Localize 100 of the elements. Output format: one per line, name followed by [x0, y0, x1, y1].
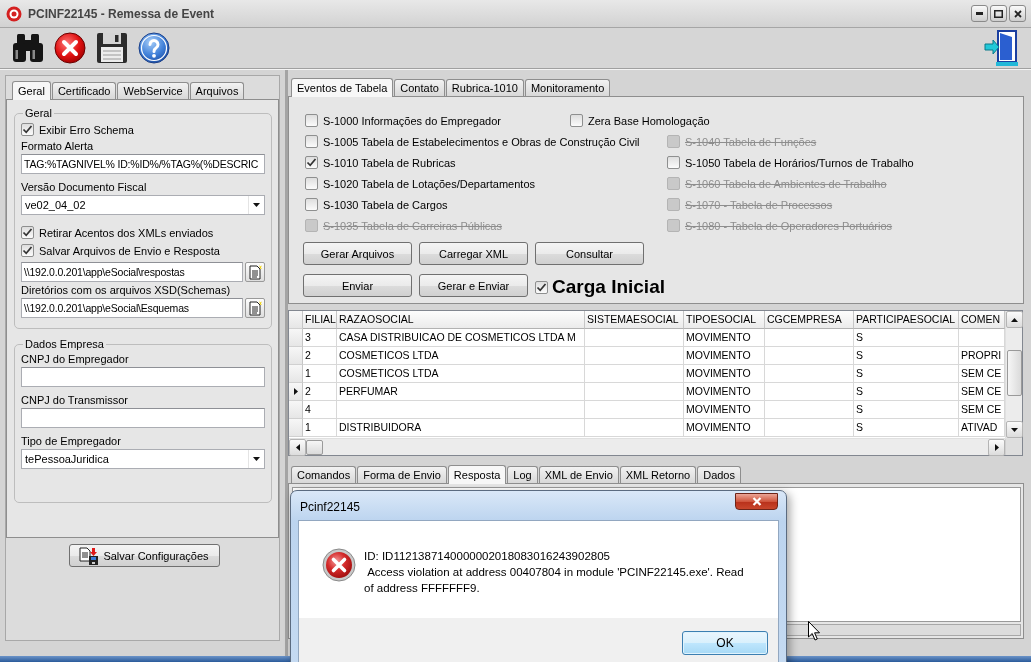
- checkbox-label: S-1080 - Tabela de Operadores Portuários: [685, 219, 893, 232]
- browse-button[interactable]: [245, 262, 265, 282]
- checkbox[interactable]: [21, 226, 34, 239]
- scroll-right-button[interactable]: [988, 439, 1005, 456]
- table-cell: ATIVAD: [959, 419, 1005, 437]
- horizontal-scrollbar[interactable]: [289, 438, 1022, 455]
- scroll-thumb[interactable]: [1007, 350, 1022, 396]
- column-header[interactable]: COMEN: [959, 311, 1005, 329]
- checkbox[interactable]: [21, 123, 34, 136]
- checkbox-label: S-1005 Tabela de Estabelecimentos e Obras de Construção Civil: [323, 135, 640, 148]
- text-field[interactable]: [21, 408, 265, 428]
- field-label: CNPJ do Empregador: [21, 352, 130, 366]
- checkbox[interactable]: [305, 198, 318, 211]
- cancel-button[interactable]: [54, 32, 86, 64]
- scroll-left-icon: [295, 444, 300, 451]
- browse-button[interactable]: [245, 298, 265, 318]
- tab[interactable]: WebService: [117, 82, 189, 99]
- dropdown[interactable]: tePessoaJuridica: [21, 449, 265, 469]
- tab[interactable]: Geral: [12, 81, 51, 100]
- ok-button[interactable]: OK: [682, 631, 768, 655]
- table-cell: S: [854, 419, 959, 437]
- checkbox[interactable]: [305, 156, 318, 169]
- field-label: CNPJ do Transmissor: [21, 393, 129, 407]
- checkbox-label: S-1010 Tabela de Rubricas: [323, 156, 456, 169]
- vertical-scrollbar[interactable]: [1005, 311, 1022, 438]
- tab[interactable]: Comandos: [291, 466, 357, 483]
- window-title: PCINF22145 - Remessa de Event: [28, 6, 215, 21]
- checkbox[interactable]: [667, 156, 680, 169]
- table-cell: MOVIMENTO: [684, 401, 765, 419]
- group-title: Geral: [24, 106, 53, 120]
- column-header[interactable]: CGCEMPRESA: [765, 311, 854, 329]
- save-document-icon: [79, 546, 100, 565]
- document-icon: [248, 264, 262, 280]
- tab[interactable]: Certificado: [51, 82, 117, 99]
- tab[interactable]: Forma de Envio: [357, 466, 447, 483]
- column-header[interactable]: PARTICIPAESOCIAL: [854, 311, 959, 329]
- path-field[interactable]: \\192.0.0.201\app\eSocial\respostas: [21, 262, 243, 282]
- scroll-up-icon: [1011, 317, 1018, 322]
- close-button[interactable]: [1009, 5, 1026, 22]
- action-button[interactable]: Enviar: [303, 274, 412, 297]
- row-pointer-icon: [293, 388, 298, 395]
- column-header[interactable]: SISTEMAESOCIAL: [585, 311, 684, 329]
- table-cell: SEM CE: [959, 383, 1005, 401]
- save-button[interactable]: [96, 32, 128, 64]
- column-header[interactable]: FILIAL: [303, 311, 337, 329]
- tab[interactable]: Resposta: [447, 465, 507, 484]
- column-header[interactable]: TIPOESOCIAL: [684, 311, 765, 329]
- dropdown-arrow-icon: [253, 457, 260, 461]
- document-icon: [248, 300, 262, 316]
- column-header[interactable]: RAZAOSOCIAL: [337, 311, 585, 329]
- table-cell: 1: [303, 365, 337, 383]
- table-cell: MOVIMENTO: [684, 329, 765, 347]
- tab[interactable]: XML de Envio: [538, 466, 619, 483]
- text-field[interactable]: [21, 367, 265, 387]
- scroll-up-button[interactable]: [1006, 311, 1023, 328]
- checkbox[interactable]: [21, 244, 34, 257]
- dropdown-arrow-icon: [253, 203, 260, 207]
- checkbox[interactable]: [535, 280, 548, 294]
- checkbox-label: S-1000 Informações do Empregador: [323, 114, 501, 127]
- save-settings-button[interactable]: Salvar Configurações: [68, 544, 220, 567]
- tab[interactable]: Contato: [394, 79, 445, 96]
- maximize-icon: [994, 9, 1003, 18]
- tab[interactable]: Rubrica-1010: [445, 79, 524, 96]
- table-cell: CASA DISTRIBUICAO DE COSMETICOS LTDA M: [337, 329, 585, 347]
- tab[interactable]: Monitoramento: [524, 79, 611, 96]
- group-title: Dados Empresa: [24, 337, 105, 351]
- text-field[interactable]: TAG:%TAGNIVEL% ID:%ID%/%TAG%(%DESCRIC: [21, 154, 265, 174]
- exit-button[interactable]: [984, 30, 1018, 66]
- dialog-close-button[interactable]: [735, 493, 778, 510]
- tab[interactable]: XML Retorno: [619, 466, 697, 483]
- error-icon: [322, 548, 356, 582]
- scroll-thumb[interactable]: [306, 440, 323, 455]
- scroll-left-button[interactable]: [289, 439, 306, 456]
- tab[interactable]: Log: [507, 466, 538, 483]
- scroll-down-button[interactable]: [1006, 421, 1023, 438]
- help-button[interactable]: [138, 32, 170, 64]
- checkbox[interactable]: [305, 135, 318, 148]
- scroll-right-icon: [994, 444, 999, 451]
- checkbox[interactable]: [305, 114, 318, 127]
- action-button[interactable]: Carregar XML: [419, 242, 528, 265]
- table-cell: S: [854, 329, 959, 347]
- search-button[interactable]: [12, 33, 44, 63]
- table-cell: PROPRI: [959, 347, 1005, 365]
- dropdown[interactable]: ve02_04_02: [21, 195, 265, 215]
- action-button[interactable]: Consultar: [535, 242, 644, 265]
- checkbox-label: S-1035 Tabela de Carreiras Públicas: [323, 219, 502, 232]
- maximize-button[interactable]: [990, 5, 1007, 22]
- tab[interactable]: Arquivos: [189, 82, 245, 99]
- row-indicator[interactable]: [289, 383, 303, 401]
- tab[interactable]: Eventos de Tabela: [291, 78, 394, 97]
- table-cell: COSMETICOS LTDA: [337, 347, 585, 365]
- minimize-button[interactable]: [971, 5, 988, 22]
- path-field[interactable]: \\192.0.0.201\app\eSocial\Esquemas: [21, 298, 243, 318]
- checkbox[interactable]: [305, 177, 318, 190]
- table-cell: SEM CE: [959, 365, 1005, 383]
- checkbox-label: Carga Inicial: [552, 276, 665, 298]
- checkbox[interactable]: [570, 114, 583, 127]
- action-button[interactable]: Gerar e Enviar: [419, 274, 528, 297]
- action-button[interactable]: Gerar Arquivos: [303, 242, 412, 265]
- tab[interactable]: Dados: [697, 466, 741, 483]
